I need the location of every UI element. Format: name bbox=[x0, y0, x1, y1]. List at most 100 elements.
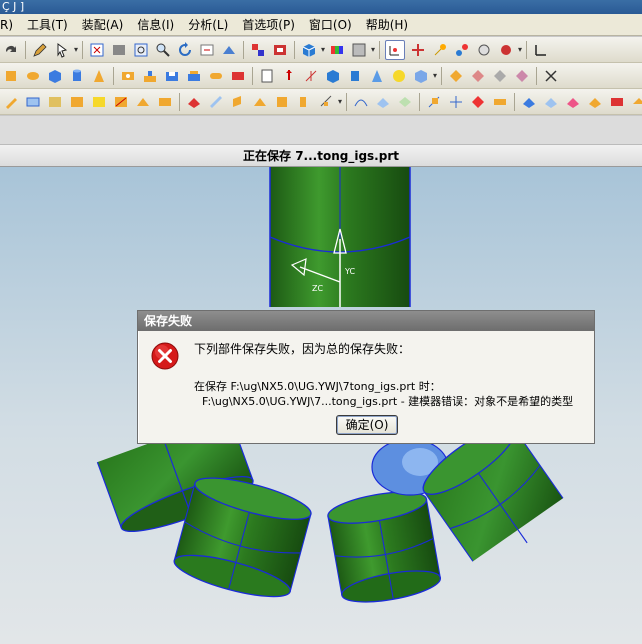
perspective-icon[interactable] bbox=[220, 41, 238, 59]
chamfer-icon[interactable] bbox=[469, 67, 487, 85]
suppress-icon[interactable] bbox=[112, 93, 130, 111]
ok-button[interactable]: 确定(O) bbox=[336, 415, 398, 435]
shell-icon[interactable] bbox=[491, 67, 509, 85]
thicken-icon[interactable] bbox=[586, 93, 604, 111]
cylinder-solid-icon[interactable] bbox=[346, 67, 364, 85]
menu-item-window[interactable]: 窗口(O) bbox=[302, 16, 359, 33]
close-x-icon[interactable] bbox=[542, 67, 560, 85]
reorder-icon[interactable] bbox=[68, 93, 86, 111]
pad-icon[interactable] bbox=[185, 67, 203, 85]
sheet-metal-icon[interactable] bbox=[185, 93, 203, 111]
background-icon[interactable] bbox=[350, 41, 368, 59]
trim-body-icon[interactable] bbox=[425, 93, 443, 111]
datum-csys-icon[interactable] bbox=[532, 41, 550, 59]
boss-icon[interactable] bbox=[141, 67, 159, 85]
surface-icon[interactable] bbox=[374, 93, 392, 111]
new-sheet-icon[interactable] bbox=[258, 67, 276, 85]
offset-surface-icon[interactable] bbox=[542, 93, 560, 111]
dimension-icon[interactable] bbox=[317, 93, 335, 111]
pocket-icon[interactable] bbox=[163, 67, 181, 85]
revolve-icon[interactable] bbox=[24, 67, 42, 85]
toolbar-separator bbox=[25, 40, 26, 59]
fit-view-icon[interactable] bbox=[88, 41, 106, 59]
datum-axis-icon[interactable] bbox=[302, 67, 320, 85]
rebend-icon[interactable] bbox=[273, 93, 291, 111]
layer-settings-icon[interactable] bbox=[271, 41, 289, 59]
rotate-icon[interactable] bbox=[176, 41, 194, 59]
unsuppress-icon[interactable] bbox=[134, 93, 152, 111]
dropdown-arrow-icon[interactable]: ▾ bbox=[370, 41, 376, 59]
error-icon bbox=[151, 342, 179, 370]
hole-icon[interactable] bbox=[119, 67, 137, 85]
unite-icon[interactable] bbox=[412, 67, 430, 85]
groove-icon[interactable] bbox=[229, 67, 247, 85]
menu-item-preferences[interactable]: 首选项(P) bbox=[235, 16, 302, 33]
joggle-icon[interactable] bbox=[295, 93, 313, 111]
cylinder-icon[interactable] bbox=[68, 67, 86, 85]
magnifier-icon[interactable] bbox=[154, 41, 172, 59]
sphere-icon[interactable] bbox=[390, 67, 408, 85]
zc-axis-label: ZC bbox=[312, 284, 323, 293]
wcs-icon[interactable] bbox=[385, 39, 405, 60]
layer-icon[interactable] bbox=[249, 41, 267, 59]
select-filter-icon[interactable] bbox=[53, 41, 71, 59]
cone-icon[interactable] bbox=[90, 67, 108, 85]
menu-item-partial[interactable]: R) bbox=[0, 18, 20, 32]
dropdown-arrow-icon[interactable]: ▾ bbox=[320, 41, 326, 59]
flange-icon[interactable] bbox=[207, 93, 225, 111]
extract-icon[interactable] bbox=[564, 93, 582, 111]
patch-icon[interactable] bbox=[491, 93, 509, 111]
zoom-icon[interactable] bbox=[132, 41, 150, 59]
pencil-edit-icon[interactable] bbox=[31, 41, 49, 59]
point-icon[interactable] bbox=[280, 67, 298, 85]
menu-item-analysis[interactable]: 分析(L) bbox=[181, 16, 235, 33]
scale-body-icon[interactable] bbox=[608, 93, 626, 111]
wcs-display-icon[interactable] bbox=[475, 41, 493, 59]
pan-view-icon[interactable] bbox=[198, 41, 216, 59]
toolbar-separator bbox=[82, 40, 83, 59]
offset-face-icon[interactable] bbox=[520, 93, 538, 111]
dialog-message: 下列部件保存失败，因为总的保存失败： bbox=[194, 342, 411, 356]
wcs-orient-icon[interactable] bbox=[453, 41, 471, 59]
shaded-cube-icon[interactable] bbox=[300, 41, 318, 59]
dropdown-arrow-icon[interactable]: ▾ bbox=[517, 41, 523, 59]
toolbar-separator bbox=[294, 40, 295, 59]
replace-feature-icon[interactable] bbox=[90, 93, 108, 111]
through-curves-icon[interactable] bbox=[396, 93, 414, 111]
toolbar-separator bbox=[379, 40, 380, 59]
playback-icon[interactable] bbox=[156, 93, 174, 111]
cone-solid-icon[interactable] bbox=[368, 67, 386, 85]
wrap-icon[interactable] bbox=[630, 93, 642, 111]
status-line: 正在保存 7...tong_igs.prt bbox=[0, 145, 642, 167]
sew-icon[interactable] bbox=[469, 93, 487, 111]
toolbar-separator bbox=[514, 92, 515, 111]
move-feature-icon[interactable] bbox=[46, 93, 64, 111]
dropdown-arrow-icon[interactable]: ▾ bbox=[337, 93, 343, 111]
wcs-save-icon[interactable] bbox=[497, 41, 515, 59]
menu-item-tools[interactable]: 工具(T) bbox=[20, 16, 75, 33]
edit-positioning-icon[interactable] bbox=[24, 93, 42, 111]
wcs-rotate-icon[interactable] bbox=[431, 41, 449, 59]
draft-icon[interactable] bbox=[513, 67, 531, 85]
wcs-origin-icon[interactable] bbox=[409, 41, 427, 59]
color-palette-icon[interactable] bbox=[328, 41, 346, 59]
split-body-icon[interactable] bbox=[447, 93, 465, 111]
menu-item-assemblies[interactable]: 装配(A) bbox=[75, 16, 131, 33]
sphere-blue-icon[interactable] bbox=[324, 67, 342, 85]
unbend-icon[interactable] bbox=[251, 93, 269, 111]
menu-item-information[interactable]: 信息(I) bbox=[130, 16, 181, 33]
window-title-bar: Ç J ] bbox=[0, 0, 642, 14]
toolbar-separator bbox=[113, 66, 114, 85]
dropdown-arrow-icon[interactable]: ▾ bbox=[432, 67, 438, 85]
bend-icon[interactable] bbox=[229, 93, 247, 111]
slot-icon[interactable] bbox=[207, 67, 225, 85]
extrude-icon[interactable] bbox=[2, 67, 20, 85]
redo-icon[interactable] bbox=[2, 41, 20, 59]
menu-item-help[interactable]: 帮助(H) bbox=[359, 16, 415, 33]
zoom-window-icon[interactable] bbox=[110, 41, 128, 59]
edge-blend-icon[interactable] bbox=[447, 67, 465, 85]
curve-icon[interactable] bbox=[352, 93, 370, 111]
edit-parameters-icon[interactable] bbox=[2, 93, 20, 111]
dropdown-arrow-icon[interactable]: ▾ bbox=[73, 41, 79, 59]
block-icon[interactable] bbox=[46, 67, 64, 85]
